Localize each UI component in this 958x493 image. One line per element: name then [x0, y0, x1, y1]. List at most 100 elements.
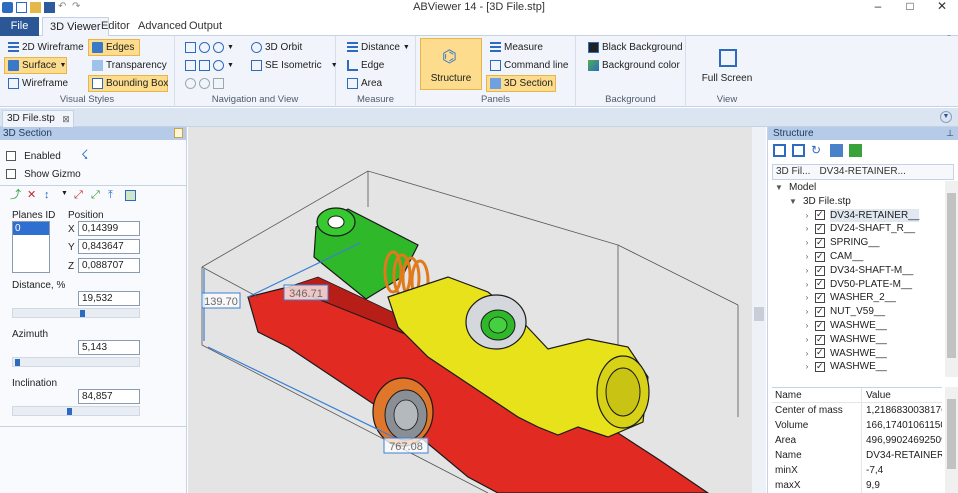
inclination-slider-thumb[interactable] [67, 408, 72, 415]
plane-y-icon[interactable]: ⤢ [91, 190, 102, 201]
show-gizmo-checkbox[interactable]: Show Gizmo [6, 168, 81, 180]
zoom-out-icon[interactable] [199, 78, 210, 89]
refresh-icon[interactable]: ↻ [811, 144, 824, 157]
tree-node-part[interactable]: › DV24-SHAFT_R__ [772, 222, 944, 236]
tree-node-part[interactable]: › WASHWE__ [772, 346, 944, 361]
tree-node-part[interactable]: › SPRING__ [772, 236, 944, 250]
front-view-icon[interactable] [185, 60, 196, 71]
breadcrumb-item[interactable]: DV34-RETAINER... [819, 165, 906, 179]
gizmo-icon[interactable]: ☇ [81, 147, 88, 163]
pin-icon[interactable] [174, 128, 183, 138]
expand-arrow-icon[interactable]: ▼ [774, 181, 784, 195]
expand-arrow-icon[interactable]: › [802, 291, 812, 305]
visibility-checkbox[interactable] [815, 250, 825, 264]
tree-node-part[interactable]: › DV50-PLATE-M__ [772, 277, 944, 292]
se-isometric-button[interactable]: SE Isometric ▼ [247, 57, 342, 74]
visibility-checkbox[interactable] [815, 291, 825, 305]
model-canvas[interactable]: 139.70 346.71 767.08 [188, 127, 758, 493]
tree-node-part[interactable]: › NUT_V59__ [772, 305, 944, 319]
visibility-checkbox[interactable] [815, 319, 825, 333]
zoom-in-icon[interactable] [185, 78, 196, 89]
close-tab-icon[interactable]: ⊠ [62, 112, 70, 127]
position-y-input[interactable]: 0,843647 [78, 239, 140, 254]
expand-arrow-icon[interactable]: › [802, 333, 812, 347]
inclination-slider[interactable] [12, 406, 140, 416]
orange-nut-part[interactable] [372, 377, 434, 447]
tree-node-part[interactable]: › CAM__ [772, 250, 944, 264]
position-x-input[interactable]: 0,14399 [78, 221, 140, 236]
distance-slider[interactable] [12, 308, 140, 318]
viewport-scrollbar[interactable] [752, 127, 766, 493]
visibility-checkbox[interactable] [815, 236, 825, 250]
fit-view-icon[interactable] [199, 60, 210, 71]
edges-button[interactable]: Edges [88, 39, 140, 56]
distance-input[interactable]: 19,532 [78, 291, 140, 306]
distance-button[interactable]: Distance ▼ [343, 39, 414, 56]
plane-z-icon[interactable]: ⤒ [108, 190, 119, 201]
zoom-window-icon[interactable] [199, 42, 210, 53]
plane-view-icon[interactable] [124, 190, 136, 201]
document-tab[interactable]: 3D File.stp ⊠ [2, 110, 74, 127]
azimuth-slider-thumb[interactable] [15, 359, 20, 366]
full-screen-button[interactable]: Full Screen [694, 38, 760, 90]
visibility-checkbox[interactable] [815, 222, 825, 236]
hand-icon[interactable] [213, 78, 224, 89]
visibility-checkbox[interactable] [815, 346, 825, 360]
plane-item[interactable]: 0 [13, 222, 49, 235]
tab-output[interactable]: Output [182, 17, 229, 36]
expand-arrow-icon[interactable]: › [802, 250, 812, 264]
chevron-down-icon[interactable]: ▼ [227, 40, 234, 55]
enabled-checkbox[interactable]: Enabled [6, 150, 61, 162]
tree-node-part[interactable]: › DV34-SHAFT-M__ [772, 264, 944, 278]
surface-button[interactable]: Surface ▼ [4, 57, 67, 74]
maximize-button[interactable]: □ [894, 0, 926, 14]
minimize-button[interactable]: – [862, 0, 894, 14]
collapse-all-icon[interactable] [773, 144, 786, 157]
position-z-input[interactable]: 0,088707 [78, 258, 140, 273]
tree-node-part[interactable]: › WASHWE__ [772, 360, 944, 374]
visibility-checkbox[interactable] [815, 264, 825, 277]
properties-icon[interactable] [830, 144, 843, 157]
azimuth-input[interactable]: 5,143 [78, 340, 140, 355]
pin-icon[interactable]: ⊥ [946, 127, 954, 140]
close-button[interactable]: ✕ [926, 0, 958, 14]
expand-arrow-icon[interactable]: › [802, 278, 812, 292]
wireframe-2d-button[interactable]: 2D Wireframe [4, 39, 88, 56]
zoom-icon[interactable] [213, 42, 224, 53]
silver-nut-part[interactable] [465, 294, 527, 350]
expand-arrow-icon[interactable]: › [802, 305, 812, 319]
expand-arrow-icon[interactable]: › [802, 264, 812, 278]
flip-plane-icon[interactable]: ↕ [44, 190, 55, 201]
orbit-3d-button[interactable]: 3D Orbit [247, 39, 306, 56]
chevron-down-icon[interactable]: ▼ [61, 190, 68, 201]
chevron-down-icon[interactable]: ▼ [227, 58, 234, 73]
plane-x-icon[interactable]: ⤢ [74, 190, 85, 201]
expand-arrow-icon[interactable]: › [802, 209, 812, 223]
tree-scrollbar[interactable] [945, 181, 958, 377]
tree-node-file[interactable]: ▼ 3D File.stp [772, 195, 944, 209]
edge-button[interactable]: Edge [343, 57, 388, 74]
expand-arrow-icon[interactable]: › [802, 236, 812, 250]
distance-slider-thumb[interactable] [80, 310, 85, 317]
wireframe-button[interactable]: Wireframe [4, 75, 72, 92]
visibility-icon[interactable] [849, 144, 862, 157]
delete-plane-icon[interactable]: ✕ [27, 190, 38, 201]
tree-node-part[interactable]: › WASHWE__ [772, 319, 944, 333]
zoom-extents-icon[interactable] [213, 60, 224, 71]
visibility-checkbox[interactable] [815, 360, 825, 374]
visibility-checkbox[interactable] [815, 305, 825, 319]
inclination-input[interactable]: 84,857 [78, 389, 140, 404]
background-color-button[interactable]: Background color [584, 57, 684, 74]
bounding-box-button[interactable]: Bounding Box [88, 75, 168, 92]
tree-node-model[interactable]: ▼ Model [772, 181, 944, 195]
expand-arrow-icon[interactable]: › [802, 319, 812, 333]
dropdown-icon[interactable]: ▼ [940, 111, 952, 123]
add-plane-icon[interactable]: ⤴ [10, 190, 21, 201]
azimuth-slider[interactable] [12, 357, 140, 367]
3d-viewport[interactable]: 139.70 346.71 767.08 [188, 127, 758, 493]
visibility-checkbox[interactable] [815, 333, 825, 346]
pan-icon[interactable] [185, 42, 196, 53]
tree-node-part[interactable]: › WASHWE__ [772, 333, 944, 347]
expand-arrow-icon[interactable]: › [802, 222, 812, 236]
structure-button[interactable]: ⌬ Structure [420, 38, 482, 90]
